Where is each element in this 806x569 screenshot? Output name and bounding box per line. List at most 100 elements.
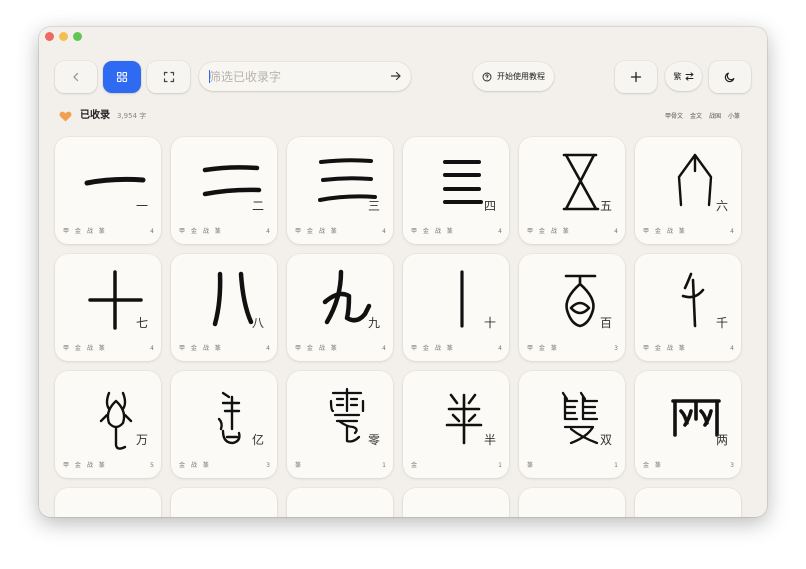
close-window-button[interactable] [45, 32, 54, 41]
collection-label: 已收录 [80, 110, 110, 121]
app-window: 开始使用教程 繁 已收录 3,954 字 甲骨文 金文 战国 小篆 一 甲 金 … [39, 27, 767, 517]
modern-char: 亿 [251, 433, 264, 447]
form-count: 4 [266, 228, 270, 235]
form-count: 1 [382, 462, 386, 469]
modern-char: 零 [367, 433, 380, 447]
script-filter-oracle[interactable]: 甲骨文 [665, 112, 683, 121]
expand-icon [163, 71, 174, 83]
modern-char: 九 [367, 316, 380, 330]
character-card-wu[interactable]: 五 甲 金 战 篆 4 [519, 137, 625, 244]
character-card-ban[interactable]: 半 金 1 [403, 371, 509, 478]
form-count: 4 [382, 228, 386, 235]
arrow-right-icon[interactable] [389, 69, 403, 83]
character-card-san[interactable]: 三 甲 金 战 篆 4 [287, 137, 393, 244]
script-forms: 甲 金 战 篆 [63, 228, 107, 235]
add-button[interactable] [615, 61, 657, 93]
modern-char: 百 [599, 316, 612, 330]
character-card-bai[interactable]: 百 甲 金 篆 3 [519, 254, 625, 361]
form-count: 4 [382, 345, 386, 352]
grid-view-button[interactable] [103, 61, 141, 93]
script-forms: 甲 金 战 篆 [295, 345, 339, 352]
form-count: 4 [498, 228, 502, 235]
character-card-shi[interactable]: 十 甲 金 战 篆 4 [403, 254, 509, 361]
character-card-shuang[interactable]: 双 篆 1 [519, 371, 625, 478]
fullscreen-button[interactable] [147, 61, 190, 93]
character-card-yi[interactable]: 一 甲 金 战 篆 4 [55, 137, 161, 244]
character-card-liu[interactable]: 六 甲 金 战 篆 4 [635, 137, 741, 244]
grid-icon [116, 71, 128, 83]
form-count: 4 [150, 345, 154, 352]
character-card-partial[interactable] [635, 488, 741, 517]
form-count: 4 [498, 345, 502, 352]
script-forms: 甲 金 战 篆 [527, 228, 571, 235]
form-count: 1 [498, 462, 502, 469]
plus-icon [630, 71, 642, 83]
character-grid: 一 甲 金 战 篆 4 二 甲 金 战 篆 4 三 甲 金 战 篆 4 四 甲 … [55, 137, 745, 517]
character-card-jiu[interactable]: 九 甲 金 战 篆 4 [287, 254, 393, 361]
character-card-partial[interactable] [403, 488, 509, 517]
character-card-qian[interactable]: 千 甲 金 战 篆 4 [635, 254, 741, 361]
minimize-window-button[interactable] [59, 32, 68, 41]
character-card-partial[interactable] [287, 488, 393, 517]
script-filter-seal[interactable]: 小篆 [728, 112, 740, 121]
character-card-partial[interactable] [55, 488, 161, 517]
form-count: 4 [614, 228, 618, 235]
script-forms: 甲 金 战 篆 [643, 345, 687, 352]
tutorial-label: 开始使用教程 [497, 72, 545, 81]
title-bar [39, 27, 767, 47]
collection-count: 3,954 字 [117, 112, 147, 120]
character-card-wan[interactable]: 万 甲 金 战 篆 5 [55, 371, 161, 478]
character-card-si[interactable]: 四 甲 金 战 篆 4 [403, 137, 509, 244]
zoom-window-button[interactable] [73, 32, 82, 41]
swap-icon [685, 72, 693, 81]
script-forms: 甲 金 战 篆 [63, 345, 107, 352]
heart-icon [59, 111, 72, 122]
character-card-partial[interactable] [171, 488, 277, 517]
script-forms: 甲 金 战 篆 [63, 462, 107, 469]
tutorial-button[interactable]: 开始使用教程 [473, 62, 554, 91]
modern-char: 四 [483, 199, 496, 213]
script-filter-bronze[interactable]: 金文 [690, 112, 702, 121]
form-count: 4 [730, 228, 734, 235]
form-count: 1 [614, 462, 618, 469]
script-filter-warring-states[interactable]: 战国 [709, 112, 721, 121]
script-forms: 甲 金 战 篆 [179, 228, 223, 235]
script-forms: 金 篆 [643, 462, 663, 469]
modern-char: 六 [715, 199, 728, 213]
theme-toggle-button[interactable] [709, 61, 751, 93]
character-card-qi[interactable]: 七 甲 金 战 篆 4 [55, 254, 161, 361]
script-forms: 甲 金 战 篆 [411, 345, 455, 352]
question-circle-icon [482, 72, 492, 81]
modern-char: 万 [135, 433, 148, 447]
modern-char: 三 [367, 199, 380, 213]
character-card-yi4[interactable]: 亿 金 战 篆 3 [171, 371, 277, 478]
search-input[interactable] [209, 66, 384, 87]
convert-label: 繁 [673, 72, 682, 81]
modern-char: 千 [715, 316, 728, 330]
script-forms: 金 [411, 462, 420, 469]
script-forms: 篆 [527, 462, 536, 469]
script-forms: 篆 [295, 462, 304, 469]
script-forms: 甲 金 战 篆 [179, 345, 223, 352]
script-forms: 甲 金 战 篆 [643, 228, 687, 235]
script-forms: 甲 金 战 篆 [411, 228, 455, 235]
form-count: 4 [730, 345, 734, 352]
back-button[interactable] [55, 61, 97, 93]
script-forms: 金 战 篆 [179, 462, 211, 469]
character-card-partial[interactable] [519, 488, 625, 517]
character-card-er[interactable]: 二 甲 金 战 篆 4 [171, 137, 277, 244]
modern-char: 五 [599, 199, 612, 213]
modern-char: 两 [715, 433, 728, 447]
script-forms: 甲 金 战 篆 [295, 228, 339, 235]
form-count: 3 [730, 462, 734, 469]
character-card-liang[interactable]: 两 金 篆 3 [635, 371, 741, 478]
form-count: 3 [614, 345, 618, 352]
script-filter: 甲骨文 金文 战国 小篆 [665, 112, 740, 121]
modern-char: 十 [483, 316, 496, 330]
character-card-ba[interactable]: 八 甲 金 战 篆 4 [171, 254, 277, 361]
character-card-ling[interactable]: 零 篆 1 [287, 371, 393, 478]
modern-char: 半 [483, 433, 496, 447]
traditional-simplified-toggle[interactable]: 繁 [665, 62, 702, 91]
form-count: 4 [150, 228, 154, 235]
text-caret [209, 70, 210, 83]
